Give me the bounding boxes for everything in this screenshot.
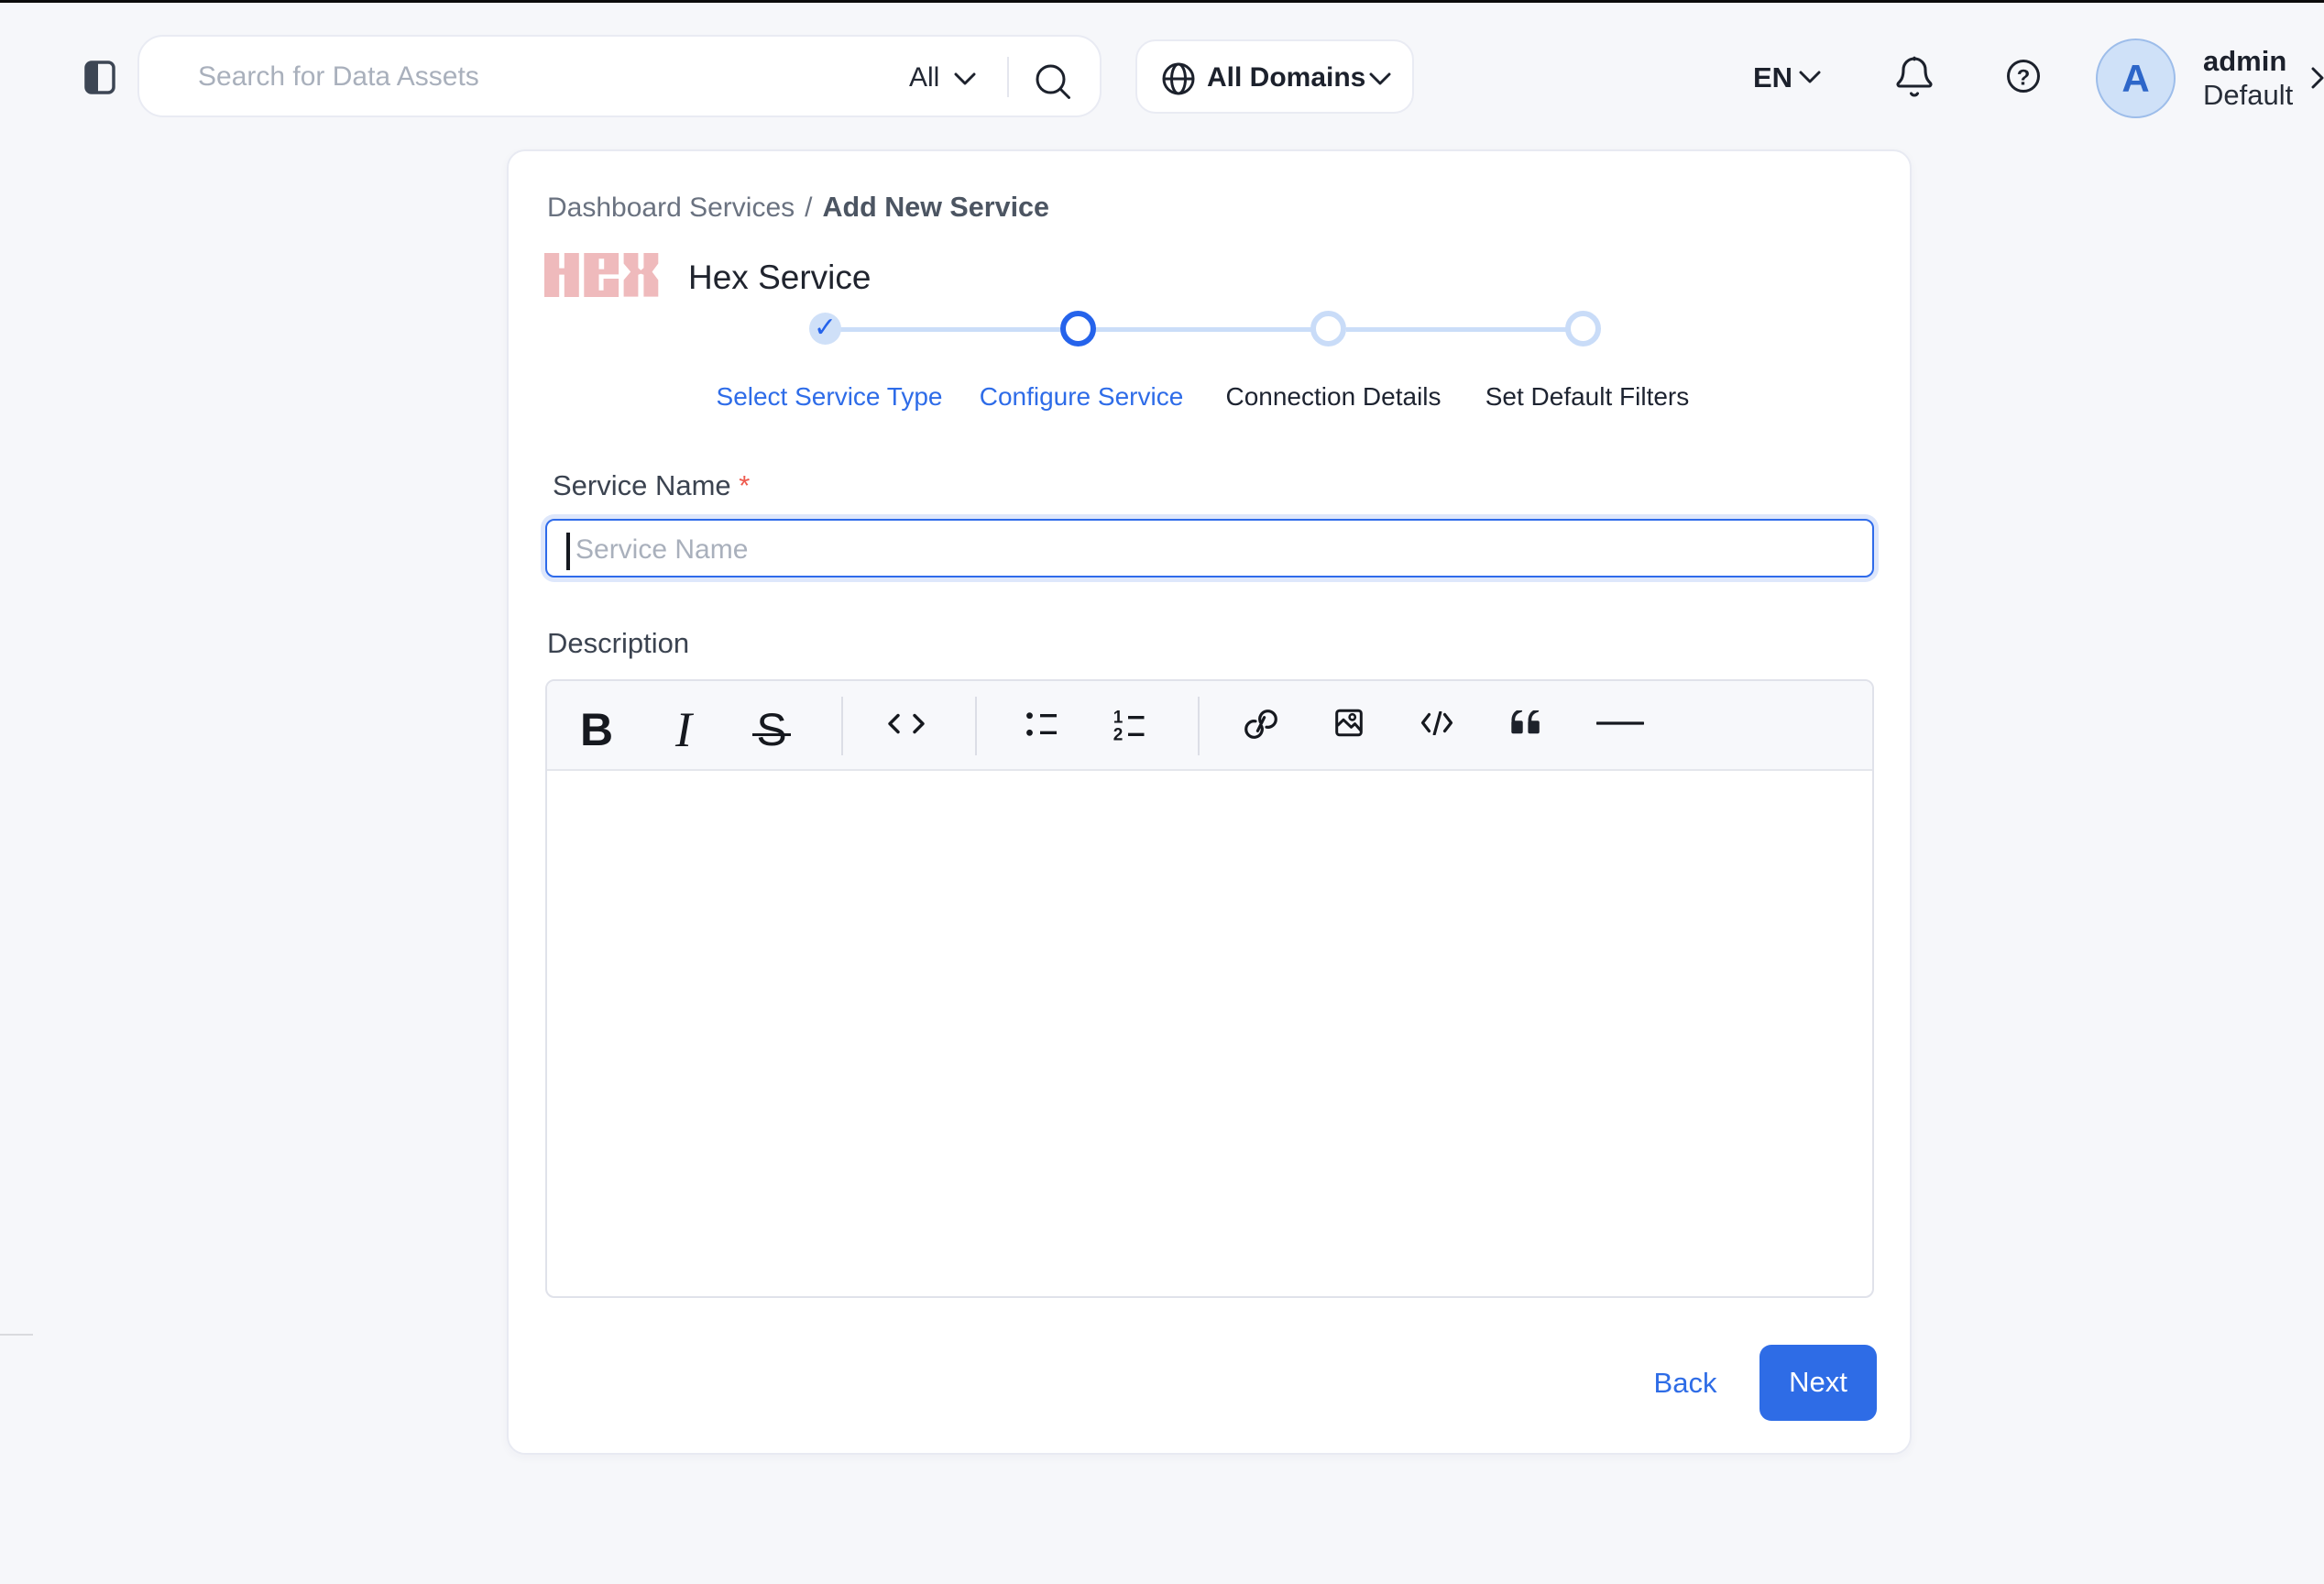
svg-text:2: 2 xyxy=(1113,726,1124,745)
svg-text:1: 1 xyxy=(1113,709,1124,728)
svg-text:?: ? xyxy=(2017,66,2031,91)
